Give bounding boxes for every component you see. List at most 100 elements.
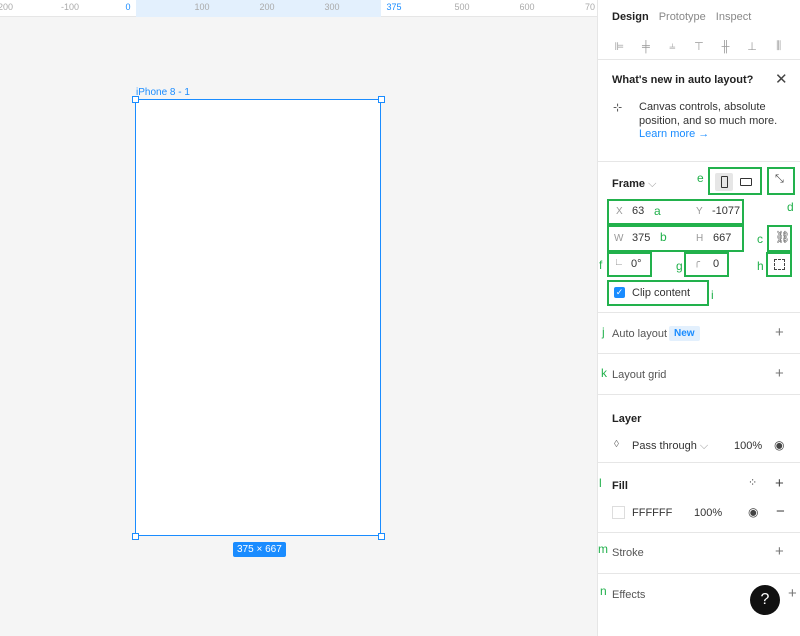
selected-frame[interactable]: [135, 99, 381, 536]
annotation-label-b: b: [660, 230, 667, 244]
layer-section: Layer ◊ Pass through ⌵ 100% ◉: [598, 395, 800, 463]
rotation-icon: ∟: [614, 257, 624, 268]
h-label: H: [696, 233, 704, 244]
portrait-icon: [721, 176, 728, 188]
style-grid-icon[interactable]: ⁘: [748, 478, 757, 489]
resize-handle-top-left[interactable]: [132, 96, 139, 103]
frame-size-badge: 375 × 667: [233, 542, 286, 557]
distribute-icon[interactable]: ⫼: [771, 40, 787, 53]
align-horizontal-center-icon[interactable]: ╪: [638, 41, 654, 53]
corner-radius-input[interactable]: 0: [713, 258, 719, 270]
question-mark-icon: ?: [760, 591, 770, 608]
alignment-toolbar: ⊫ ╪ ⫨ ⊤ ╫ ⊥ ⫼: [598, 34, 800, 60]
align-bottom-icon[interactable]: ⊥: [744, 40, 760, 53]
ruler-tick: 300: [324, 2, 340, 12]
align-left-icon[interactable]: ⊫: [611, 40, 627, 53]
constrain-proportions-icon[interactable]: ⛓: [775, 231, 790, 243]
corner-radius-icon: ╭: [694, 257, 701, 268]
auto-layout-title: Auto layout: [612, 328, 668, 340]
fill-section: l Fill ⁘ + FFFFFF 100% ◉ −: [598, 463, 800, 533]
chevron-down-icon: ⌵: [699, 440, 709, 452]
chevron-down-icon: ⌵: [648, 178, 657, 190]
fill-hex-input[interactable]: FFFFFF: [632, 507, 672, 519]
add-fill-plus-icon[interactable]: +: [775, 476, 784, 491]
annotation-label-f: f: [599, 258, 603, 272]
resize-handle-bottom-left[interactable]: [132, 533, 139, 540]
auto-layout-section: j Auto layout New +: [598, 313, 800, 354]
frame-name-label[interactable]: iPhone 8 - 1: [136, 87, 190, 98]
ruler-tick: 375: [386, 2, 402, 12]
fill-color-swatch[interactable]: [612, 506, 625, 519]
add-auto-layout-plus-icon[interactable]: +: [775, 325, 784, 340]
ruler-tick: 70: [584, 2, 596, 12]
fill-title: Fill: [612, 480, 628, 492]
eye-icon[interactable]: ◉: [774, 439, 784, 451]
close-icon[interactable]: ✕: [775, 72, 788, 87]
y-label: Y: [696, 206, 703, 217]
annotation-label-l: l: [599, 476, 602, 490]
whats-new-body: Canvas controls, absolute position, and …: [639, 101, 778, 127]
landscape-icon[interactable]: [740, 178, 752, 186]
remove-fill-minus-icon[interactable]: −: [776, 504, 785, 519]
tab-inspect[interactable]: Inspect: [716, 11, 751, 23]
annotation-label-n: n: [600, 584, 607, 598]
auto-layout-icon: ⊹: [613, 102, 623, 114]
frame-section: Frame ⌵ e ⤡ d X 63 a Y -1077 W 375 b H 6…: [598, 162, 800, 313]
learn-more-link[interactable]: Learn more →: [639, 128, 709, 140]
independent-corners-icon[interactable]: [774, 259, 785, 270]
layout-grid-title: Layout grid: [612, 369, 667, 381]
stroke-title: Stroke: [612, 547, 644, 559]
annotation-label-i: i: [711, 288, 714, 302]
annotation-label-m: m: [598, 542, 608, 556]
stroke-section: m Stroke +: [598, 533, 800, 574]
x-input[interactable]: 63: [632, 205, 644, 217]
layer-opacity-input[interactable]: 100%: [734, 440, 762, 452]
tab-design[interactable]: Design: [612, 11, 649, 23]
ruler-tick: -100: [60, 2, 80, 12]
add-stroke-plus-icon[interactable]: +: [775, 544, 784, 559]
ruler-tick: 200: [259, 2, 275, 12]
effects-title: Effects: [612, 589, 646, 601]
resize-handle-top-right[interactable]: [378, 96, 385, 103]
frame-title[interactable]: Frame ⌵: [612, 178, 656, 191]
canvas[interactable]: -200 -100 0 100 200 300 375 500 600 70 i…: [0, 0, 597, 636]
tab-prototype[interactable]: Prototype: [659, 11, 706, 23]
annotation-label-g: g: [676, 259, 683, 273]
new-badge: New: [669, 326, 700, 341]
resize-to-fit-icon[interactable]: ⤡: [775, 174, 784, 185]
annotation-label-e: e: [697, 171, 704, 185]
blend-mode-select[interactable]: Pass through ⌵: [632, 440, 708, 453]
fill-opacity-input[interactable]: 100%: [694, 507, 722, 519]
eye-icon[interactable]: ◉: [748, 506, 758, 518]
ruler-tick: 100: [194, 2, 210, 12]
w-label: W: [614, 233, 624, 244]
ruler-tick: 0: [125, 2, 131, 12]
align-vertical-center-icon[interactable]: ╫: [718, 41, 734, 53]
align-top-icon[interactable]: ⊤: [691, 40, 707, 53]
ruler-tick: 500: [454, 2, 470, 12]
y-input[interactable]: -1077: [712, 205, 740, 217]
layer-title: Layer: [612, 413, 642, 425]
ruler-tick: 600: [519, 2, 535, 12]
rotation-input[interactable]: 0°: [631, 258, 642, 270]
annotation-label-k: k: [601, 366, 607, 380]
whats-new-title: What's new in auto layout?: [612, 74, 754, 86]
width-input[interactable]: 375: [632, 232, 650, 244]
horizontal-ruler: -200 -100 0 100 200 300 375 500 600 70: [0, 0, 597, 17]
blend-mode-drop-icon: ◊: [614, 439, 619, 450]
annotation-box-g: [684, 252, 729, 277]
annotation-label-a: a: [654, 204, 661, 218]
annotation-label-c: c: [757, 232, 763, 246]
help-button[interactable]: ?: [750, 585, 780, 615]
x-label: X: [616, 206, 623, 217]
height-input[interactable]: 667: [713, 232, 731, 244]
resize-handle-bottom-right[interactable]: [378, 533, 385, 540]
whats-new-section: What's new in auto layout? ✕ ⊹ Canvas co…: [598, 60, 800, 162]
design-panel: Design Prototype Inspect ⊫ ╪ ⫨ ⊤ ╫ ⊥ ⫼ W…: [597, 0, 800, 636]
ruler-tick: -200: [0, 2, 14, 12]
align-right-icon[interactable]: ⫨: [664, 40, 680, 53]
layout-grid-section: k Layout grid +: [598, 354, 800, 395]
clip-content-checkbox[interactable]: ✓: [614, 287, 625, 298]
add-layout-grid-plus-icon[interactable]: +: [775, 366, 784, 381]
add-effect-plus-icon[interactable]: +: [788, 586, 797, 601]
